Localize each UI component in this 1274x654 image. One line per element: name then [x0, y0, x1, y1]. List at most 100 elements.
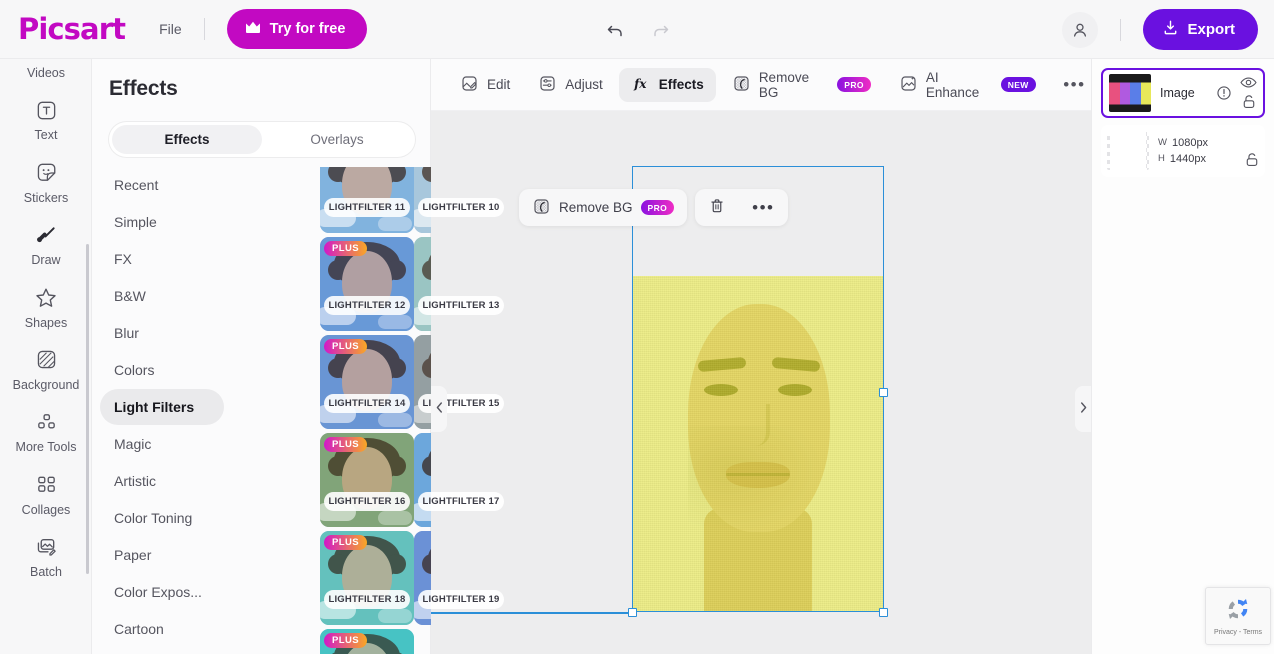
- history-controls: [605, 0, 671, 59]
- picsart-logo[interactable]: Picsart: [18, 12, 126, 46]
- effect-thumbnail[interactable]: PLUS LIGHTFILTER 14: [320, 335, 414, 429]
- fx-icon: fx: [631, 74, 651, 96]
- sidebar-item-draw[interactable]: Draw: [0, 214, 91, 276]
- sidebar-item-more-tools[interactable]: More Tools: [0, 401, 91, 463]
- export-label: Export: [1187, 21, 1235, 38]
- sidebar-item-text[interactable]: Text: [0, 89, 91, 151]
- collapse-right-panel-button[interactable]: [1075, 386, 1091, 432]
- tab-overlays[interactable]: Overlays: [262, 125, 412, 154]
- effect-name: LIGHTFILTER 17: [418, 492, 504, 511]
- sidebar-item-label: Text: [34, 128, 58, 143]
- effect-thumbnail[interactable]: PLUS LIGHTFILTER 18: [320, 531, 414, 625]
- effect-name: LIGHTFILTER 14: [324, 394, 410, 413]
- category-paper[interactable]: Paper: [100, 537, 224, 573]
- canvas-area[interactable]: Remove BG PRO •••: [431, 111, 1091, 654]
- tool-effects[interactable]: fx Effects: [618, 67, 716, 102]
- crown-icon: [245, 21, 261, 38]
- tool-edit[interactable]: Edit: [448, 68, 522, 102]
- tool-adjust[interactable]: Adjust: [526, 68, 615, 102]
- more-tools-icon: [35, 410, 58, 434]
- sidebar-item-batch[interactable]: Batch: [0, 526, 91, 588]
- tool-ai-enhance-label: AI Enhance: [925, 69, 980, 100]
- effect-thumbnail[interactable]: LIGHTFILTER 11: [320, 167, 414, 233]
- sidebar-item-videos[interactable]: Videos: [0, 59, 91, 89]
- header-right-group: Export: [1062, 0, 1258, 59]
- category-colors[interactable]: Colors: [100, 352, 224, 388]
- category-color-exposure[interactable]: Color Expos...: [100, 574, 224, 610]
- category-color-toning[interactable]: Color Toning: [100, 500, 224, 536]
- selection-baseline: [431, 612, 633, 614]
- category-recent[interactable]: Recent: [100, 167, 224, 203]
- tool-remove-bg[interactable]: Remove BG PRO: [720, 68, 883, 102]
- delete-button[interactable]: [695, 189, 739, 226]
- plus-badge: PLUS: [324, 339, 367, 354]
- try-for-free-button[interactable]: Try for free: [226, 9, 368, 49]
- file-menu[interactable]: File: [159, 21, 182, 37]
- eye-icon[interactable]: [1240, 76, 1257, 89]
- canvas-height-key: H: [1158, 153, 1165, 165]
- sidebar-item-label: Videos: [27, 66, 65, 80]
- tool-rail: Videos Text Stickers Draw Shapes Backgro…: [0, 59, 92, 654]
- layer-item-image[interactable]: Image: [1101, 68, 1265, 118]
- brush-icon: [35, 223, 58, 247]
- avatar[interactable]: [1062, 11, 1099, 48]
- chevron-left-icon: [436, 402, 443, 416]
- rail-scrollbar[interactable]: [86, 244, 89, 574]
- category-blur[interactable]: Blur: [100, 315, 224, 351]
- float-more-button[interactable]: •••: [739, 189, 787, 226]
- effect-name: LIGHTFILTER 12: [324, 296, 410, 315]
- canvas-stage: Edit Adjust fx Effects Remove BG PRO AI …: [431, 59, 1091, 654]
- lock-open-icon[interactable]: [1245, 152, 1259, 168]
- category-magic[interactable]: Magic: [100, 426, 224, 462]
- canvas-width-value: 1080px: [1171, 136, 1209, 149]
- logo-text: Picsart: [18, 12, 126, 46]
- batch-images-icon: [35, 535, 58, 559]
- picsart-editor: Picsart File Try for free Export Videos …: [0, 0, 1274, 654]
- ellipsis-icon[interactable]: •••: [1058, 68, 1091, 102]
- sidebar-item-background[interactable]: Background: [0, 339, 91, 401]
- tab-effects[interactable]: Effects: [112, 125, 262, 154]
- redo-arrow-icon[interactable]: [651, 20, 671, 40]
- float-remove-bg-box: Remove BG PRO: [519, 189, 688, 226]
- effect-thumbnail[interactable]: PLUS LIGHTFILTER 12: [320, 237, 414, 331]
- image-layer-artboard[interactable]: [632, 276, 884, 612]
- panel-tabs: Effects Overlays: [109, 122, 415, 157]
- float-remove-bg-button[interactable]: Remove BG PRO: [519, 189, 687, 226]
- selection-handle-middle-right[interactable]: [879, 388, 888, 397]
- category-bw[interactable]: B&W: [100, 278, 224, 314]
- info-circle-icon[interactable]: [1216, 85, 1232, 101]
- effect-name: LIGHTFILTER 16: [324, 492, 410, 511]
- image-half-yellow: [632, 276, 884, 612]
- category-artistic[interactable]: Artistic: [100, 463, 224, 499]
- status-badge-pro: PRO: [640, 200, 675, 215]
- category-light-filters[interactable]: Light Filters: [100, 389, 224, 425]
- lock-open-icon[interactable]: [1242, 94, 1256, 110]
- effect-name: LIGHTFILTER 19: [418, 590, 504, 609]
- recaptcha-badge[interactable]: Privacy - Terms: [1205, 587, 1271, 645]
- sidebar-item-label: Collages: [21, 502, 71, 517]
- layer-item-canvas[interactable]: W 1080px H 1440px: [1101, 125, 1265, 177]
- tool-remove-bg-label: Remove BG: [758, 69, 810, 100]
- category-fx[interactable]: FX: [100, 241, 224, 277]
- app-header: Picsart File Try for free Export: [0, 0, 1274, 59]
- sidebar-item-label: Stickers: [23, 190, 69, 205]
- tool-ai-enhance[interactable]: AI Enhance NEW: [887, 68, 1048, 102]
- remove-bg-icon: [532, 197, 551, 219]
- selection-handle-bottom-left[interactable]: [628, 608, 637, 617]
- effects-panel: Effects Effects Overlays Recent Simple F…: [92, 59, 519, 654]
- effect-thumbnail[interactable]: PLUS LIGHTFILTER 16: [320, 433, 414, 527]
- collapse-left-panel-button[interactable]: [431, 386, 447, 432]
- canvas-thumbnail: [1107, 132, 1149, 170]
- category-cartoon[interactable]: Cartoon: [100, 611, 224, 647]
- effect-thumbnail[interactable]: PLUSLIGHTFILTER 20: [320, 629, 414, 654]
- recaptcha-icon: [1225, 596, 1251, 627]
- selection-handle-bottom-right[interactable]: [879, 608, 888, 617]
- try-for-free-label: Try for free: [269, 21, 346, 37]
- undo-arrow-icon[interactable]: [605, 20, 625, 40]
- sidebar-item-collages[interactable]: Collages: [0, 464, 91, 526]
- sidebar-item-shapes[interactable]: Shapes: [0, 277, 91, 339]
- category-simple[interactable]: Simple: [100, 204, 224, 240]
- text-t-icon: [35, 98, 58, 122]
- export-button[interactable]: Export: [1143, 9, 1258, 50]
- sidebar-item-stickers[interactable]: Stickers: [0, 152, 91, 214]
